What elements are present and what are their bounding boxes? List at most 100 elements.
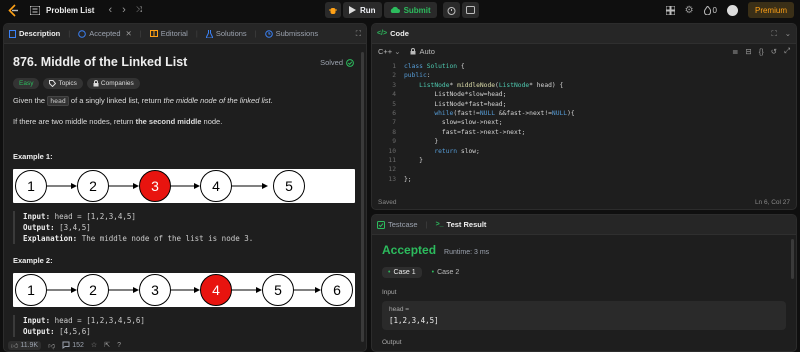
tab-solutions[interactable]: Solutions [205, 29, 247, 38]
companies-button[interactable]: Companies [86, 78, 140, 89]
case-1-tab[interactable]: • Case 1 [382, 267, 422, 278]
statement-text: If there are two middle nodes, return [13, 117, 136, 126]
tab-accepted[interactable]: Accepted ✕ [78, 29, 132, 38]
list-node: 4 [200, 170, 232, 202]
topics-label: Topics [58, 80, 77, 87]
statement-bold: the second middle [135, 117, 202, 126]
format-icon[interactable]: ≣ [732, 46, 738, 56]
tab-testcase[interactable]: Testcase [377, 220, 418, 229]
timer-button[interactable] [442, 2, 460, 18]
statement-paragraph-1: Given the head of a singly linked list, … [13, 95, 357, 107]
case-1-label: Case 1 [393, 269, 416, 276]
line-number: 5 [392, 100, 396, 108]
debug-button[interactable] [325, 2, 341, 18]
list-node: 1 [15, 170, 47, 202]
thumbs-down-icon[interactable]: 👎︎ [48, 341, 55, 350]
layout-grid-icon[interactable] [665, 5, 675, 15]
run-button[interactable]: Run [343, 2, 382, 18]
description-footer: 👍︎ 11.9K 👎︎ 152 ☆ ⇱ ? [4, 339, 366, 351]
tab-submissions-label: Submissions [275, 29, 319, 38]
book-icon [149, 30, 158, 37]
tab-test-result[interactable]: >_ Test Result [436, 220, 487, 229]
submit-button[interactable]: Submit [383, 2, 437, 18]
statement-text: of a singly linked list, return [68, 96, 164, 105]
collapse-icon[interactable]: ⌄ [785, 29, 791, 38]
avatar[interactable] [726, 4, 738, 16]
solved-label: Solved [320, 58, 343, 67]
share-icon[interactable]: ⇱ [104, 341, 110, 349]
reset-icon[interactable]: ↺ [771, 46, 777, 56]
star-icon[interactable]: ☆ [91, 341, 97, 349]
language-select[interactable]: C++ ⌄ [378, 47, 400, 56]
line-number: 3 [392, 81, 396, 89]
saved-status: Saved [378, 198, 397, 206]
output-label: Output: [23, 223, 55, 232]
bookmark-icon[interactable]: ⊟ [745, 46, 751, 56]
list-node: 1 [15, 274, 47, 306]
input-label: Input: [23, 212, 51, 221]
language-value: C++ [378, 46, 393, 56]
node-value: 3 [151, 282, 159, 298]
scrollbar[interactable] [361, 52, 364, 342]
history-icon [264, 29, 273, 38]
output-label: Output: [23, 327, 55, 336]
help-icon[interactable]: ? [117, 342, 121, 349]
line-number: 7 [392, 119, 396, 127]
list-node: 2 [77, 274, 109, 306]
node-value: 3 [151, 178, 159, 194]
bug-icon [329, 6, 337, 15]
prev-problem-icon[interactable]: ‹ [108, 4, 112, 16]
fullscreen-icon[interactable]: ⤢ [784, 46, 790, 56]
case-2-tab[interactable]: • Case 2 [426, 267, 466, 278]
next-problem-icon[interactable]: › [122, 4, 126, 16]
shuffle-icon[interactable]: ⤨ [136, 5, 142, 15]
streak-counter[interactable]: 0 [703, 5, 717, 15]
settings-gear-icon[interactable]: ⚙ [685, 5, 694, 16]
difficulty-badge[interactable]: Easy [13, 78, 40, 89]
tab-description[interactable]: Description [9, 29, 60, 38]
code-editor[interactable]: 1 2 3 4 5 6 7 8 9 10 11 12 13 class Solu… [372, 62, 796, 192]
problem-list-link[interactable]: Problem List [46, 6, 94, 15]
braces-icon[interactable]: {} [759, 46, 764, 56]
input-value: head = [1,2,3,4,5] [54, 212, 136, 221]
tab-submissions[interactable]: Submissions [264, 29, 319, 38]
lock-icon [410, 47, 416, 55]
notes-button[interactable] [461, 2, 479, 18]
scrollbar[interactable] [791, 239, 794, 279]
node-value: 4 [212, 178, 220, 194]
input-heading: Input [382, 289, 397, 296]
explanation-label: Explanation: [23, 234, 78, 243]
history-icon [78, 29, 87, 38]
like-button[interactable]: 👍︎ 11.9K [8, 340, 42, 350]
premium-button[interactable]: Premium [747, 2, 794, 18]
close-icon[interactable]: ✕ [126, 29, 132, 38]
input-value: [1,2,3,4,5] [389, 316, 439, 325]
expand-panel-icon[interactable]: ⛶ [356, 29, 361, 39]
input-box: head = [1,2,3,4,5] [382, 301, 786, 330]
list-node: 5 [262, 274, 294, 306]
node-value: 1 [27, 282, 35, 298]
node-value: 4 [212, 282, 220, 298]
code-icon: </> [377, 30, 388, 37]
line-number: 11 [388, 157, 396, 165]
statement-text: . [270, 96, 273, 105]
line-number: 9 [392, 138, 396, 146]
line-number: 2 [392, 72, 396, 80]
cloud-upload-icon [390, 6, 400, 14]
input-variable: head = [389, 306, 410, 313]
result-body: Accepted Runtime: 3 ms • Case 1 • Case 2 I… [372, 235, 796, 351]
maximize-icon[interactable]: ⛶ [771, 29, 776, 39]
node-value: 2 [89, 282, 97, 298]
list-icon[interactable] [30, 5, 40, 15]
lock-icon [93, 80, 99, 87]
topics-button[interactable]: Topics [43, 78, 83, 89]
tab-code[interactable]: </> Code [377, 29, 409, 38]
input-label: Input: [23, 316, 51, 325]
list-node-middle: 3 [139, 170, 171, 202]
document-icon [9, 29, 16, 38]
auto-mode[interactable]: Auto [410, 47, 435, 56]
leetcode-logo-icon[interactable] [6, 3, 20, 17]
comments-button[interactable]: 152 [62, 341, 84, 349]
tab-editorial[interactable]: Editorial [149, 29, 188, 38]
result-status: Accepted [382, 243, 437, 257]
